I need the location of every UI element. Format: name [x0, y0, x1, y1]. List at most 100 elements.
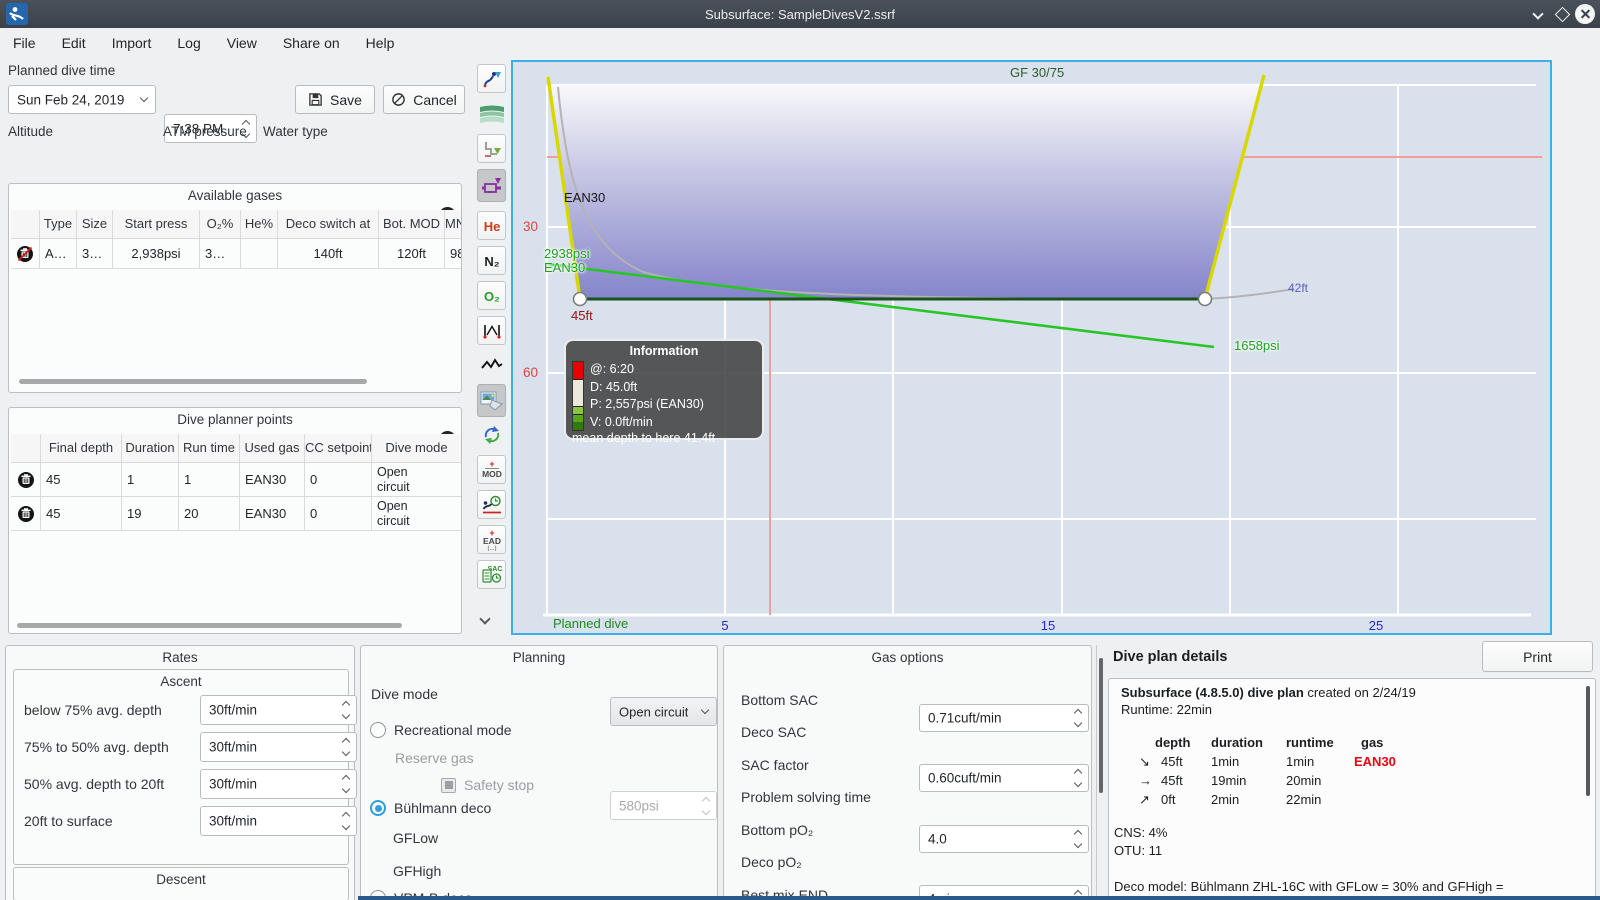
point-depth-cell[interactable]: 45 [41, 497, 122, 531]
point-gas-cell[interactable]: EAN30 [240, 463, 305, 497]
rate-below75-spinbox[interactable]: 30ft/min [200, 695, 357, 725]
rate-20ft-surface-spinbox[interactable]: 30ft/min [200, 806, 357, 836]
point-mode-cell[interactable]: Open circuit [372, 497, 461, 531]
recreational-mode-option[interactable]: Recreational mode [370, 722, 512, 738]
cancel-button[interactable]: Cancel [383, 85, 465, 114]
point-duration-cell[interactable]: 1 [122, 463, 179, 497]
spin-down-icon[interactable] [341, 747, 351, 757]
spin-up-icon[interactable] [341, 700, 351, 710]
point-setpoint-cell[interactable]: 0 [305, 463, 372, 497]
menu-edit[interactable]: Edit [62, 35, 86, 51]
gas-bot-mod-cell[interactable]: 120ft [379, 239, 445, 269]
points-col-run-time[interactable]: Run time [179, 434, 240, 463]
spin-up-icon[interactable] [1073, 708, 1083, 718]
gas-row[interactable]: A… 3… 2,938psi 3… 140ft 120ft 98ft [11, 239, 461, 269]
point-setpoint-cell[interactable]: 0 [305, 497, 372, 531]
menu-share-on[interactable]: Share on [283, 35, 340, 51]
ceiling-increments-button[interactable] [477, 134, 506, 163]
plan-vertical-scrollbar[interactable] [1586, 686, 1590, 796]
spin-down-icon[interactable] [341, 821, 351, 831]
point-duration-cell[interactable]: 19 [122, 497, 179, 531]
menu-import[interactable]: Import [112, 35, 152, 51]
minimize-button[interactable] [1528, 4, 1548, 24]
show-photos-button[interactable] [477, 384, 506, 417]
heart-rate-button[interactable] [477, 350, 506, 379]
dive-date-combo[interactable]: Sun Feb 24, 2019 [8, 85, 156, 114]
point-delete-cell[interactable] [11, 463, 41, 497]
gases-horizontal-scrollbar[interactable] [19, 379, 367, 384]
spin-up-icon[interactable] [1073, 829, 1083, 839]
toggle-ead-button[interactable]: + EAD (...) [477, 525, 506, 554]
bottom-sac-spinbox[interactable]: 0.71cuft/min [919, 704, 1089, 732]
gases-col-o2[interactable]: O₂% [200, 210, 241, 239]
gas-delete-cell[interactable] [11, 239, 40, 269]
toggle-phe-button[interactable]: He [477, 211, 506, 240]
toggle-sac-button[interactable]: SAC [477, 560, 506, 589]
point-runtime-cell[interactable]: 1 [179, 463, 240, 497]
spin-up-icon[interactable] [341, 774, 351, 784]
spin-down-icon[interactable] [1073, 839, 1083, 849]
planner-point-row[interactable]: 45 19 20 EAN30 0 Open circuit [11, 497, 461, 531]
radio-unchecked-icon[interactable] [370, 722, 386, 738]
spin-down-icon[interactable] [1073, 718, 1083, 728]
points-horizontal-scrollbar[interactable] [17, 623, 402, 628]
gases-col-he[interactable]: He% [241, 210, 278, 239]
dive-profile-chart[interactable]: GF 30/75 30 60 5 15 25 EAN30 2938psi EAN… [511, 60, 1552, 635]
gas-deco-switch-cell[interactable]: 140ft [278, 239, 379, 269]
gases-col-bot-mod[interactable]: Bot. MOD [379, 210, 445, 239]
spin-up-icon[interactable] [341, 811, 351, 821]
points-col-cc-setpoint[interactable]: CC setpoint [305, 434, 372, 463]
maximize-button[interactable] [1552, 4, 1572, 24]
dive-mode-combo[interactable]: Open circuit [610, 697, 717, 726]
rate-50to20ft-spinbox[interactable]: 30ft/min [200, 769, 357, 799]
menu-log[interactable]: Log [177, 35, 200, 51]
gas-o2-cell[interactable]: 3… [200, 239, 241, 269]
spin-down-icon[interactable] [341, 710, 351, 720]
planner-point-row[interactable]: 45 1 1 EAN30 0 Open circuit [11, 463, 461, 497]
toolbar-scroll-down-button[interactable] [479, 610, 491, 628]
menu-view[interactable]: View [227, 35, 257, 51]
point-runtime-cell[interactable]: 20 [179, 497, 240, 531]
gases-col-deco-switch[interactable]: Deco switch at [278, 210, 379, 239]
spin-up-icon[interactable] [341, 737, 351, 747]
toggle-po2-button[interactable]: O₂ [477, 281, 506, 310]
print-button[interactable]: Print [1482, 641, 1593, 672]
gases-col-type[interactable]: Type [40, 210, 77, 239]
gases-col-mnd[interactable]: MND [445, 210, 461, 239]
close-button[interactable] [1575, 4, 1595, 24]
spin-down-icon[interactable] [341, 784, 351, 794]
rate-75to50-spinbox[interactable]: 30ft/min [200, 732, 357, 762]
gases-col-start-press[interactable]: Start press [113, 210, 200, 239]
gas-he-cell[interactable] [241, 239, 278, 269]
gases-col-size[interactable]: Size [77, 210, 113, 239]
save-button[interactable]: Save [295, 85, 375, 114]
point-depth-cell[interactable]: 45 [41, 463, 122, 497]
points-col-final-depth[interactable]: Final depth [41, 434, 122, 463]
toggle-ndl-tts-button[interactable] [477, 490, 506, 519]
salinity-waves-button[interactable] [477, 99, 506, 128]
radio-checked-icon[interactable] [370, 800, 386, 816]
dc-ceiling-button[interactable] [477, 169, 506, 202]
spin-up-icon[interactable] [1073, 768, 1083, 778]
dive-plan-text-box[interactable]: Subsurface (4.8.5.0) dive plan created o… [1108, 678, 1596, 900]
point-delete-cell[interactable] [11, 497, 41, 531]
gas-mnd-cell[interactable]: 98ft [445, 239, 461, 269]
buhlmann-deco-option[interactable]: Bühlmann deco [370, 800, 491, 816]
points-col-dive-mode[interactable]: Dive mode [372, 434, 461, 463]
profile-scale-button[interactable] [477, 64, 506, 93]
gas-type-cell[interactable]: A… [40, 239, 77, 269]
spin-down-icon[interactable] [1073, 778, 1083, 788]
ruler-button[interactable] [477, 316, 506, 345]
gas-start-press-cell[interactable]: 2,938psi [113, 239, 200, 269]
menu-help[interactable]: Help [366, 35, 395, 51]
points-col-used-gas[interactable]: Used gas [240, 434, 305, 463]
sac-factor-spinbox[interactable]: 4.0 [919, 825, 1089, 853]
points-col-duration[interactable]: Duration [122, 434, 179, 463]
toggle-pn2-button[interactable]: N₂ [477, 246, 506, 275]
gas-change-button[interactable] [477, 420, 506, 449]
menu-file[interactable]: File [13, 35, 36, 51]
gas-size-cell[interactable]: 3… [77, 239, 113, 269]
toggle-mod-button[interactable]: + MOD [477, 455, 506, 484]
point-mode-cell[interactable]: Open circuit [372, 463, 461, 497]
point-gas-cell[interactable]: EAN30 [240, 497, 305, 531]
